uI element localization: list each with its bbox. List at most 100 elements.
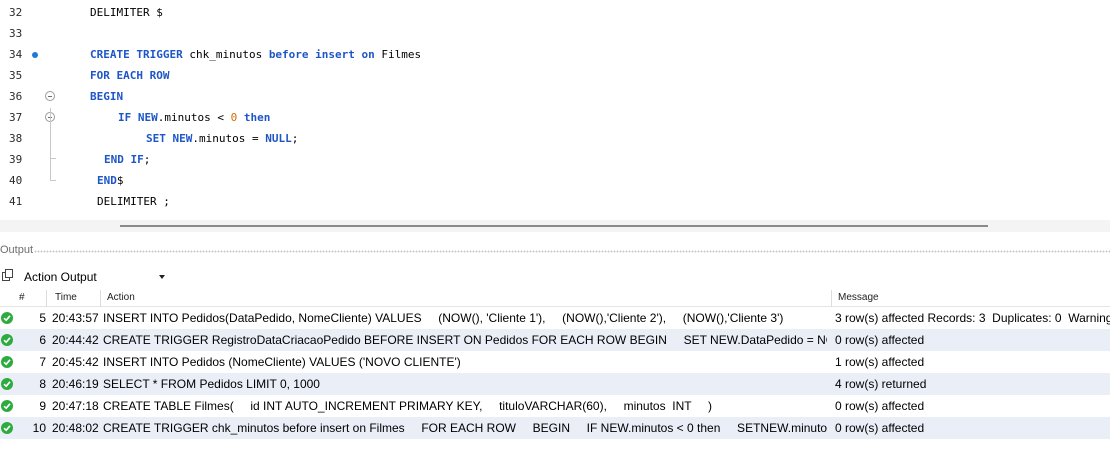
- output-panel-header: Output: [0, 244, 1110, 258]
- code-text: CREATE TRIGGER chk_minutos before insert…: [90, 48, 421, 61]
- code-token: DELIMITER ;: [97, 195, 170, 208]
- row-action: CREATE TRIGGER RegistroDataCriacaoPedido…: [103, 333, 827, 347]
- copy-icon[interactable]: [2, 269, 15, 282]
- code-line[interactable]: 34 CREATE TRIGGER chk_minutos before inse…: [0, 44, 1110, 65]
- column-header-number[interactable]: #: [19, 292, 25, 303]
- table-row[interactable]: 5 20:43:57 INSERT INTO Pedidos(DataPedido,…: [0, 307, 1110, 329]
- row-number: 6: [39, 333, 46, 347]
- code-token-kw: END: [97, 174, 117, 187]
- fold-end-marker: [50, 175, 56, 181]
- column-divider[interactable]: [100, 290, 101, 307]
- grid-header: # Time Action Message: [0, 290, 1110, 307]
- code-text: DELIMITER $: [90, 6, 163, 19]
- code-token: ;: [143, 153, 151, 166]
- code-token-kw: SET NEW: [146, 132, 193, 145]
- output-type-select[interactable]: Action Output: [18, 267, 170, 286]
- statement-marker-icon[interactable]: [32, 52, 38, 58]
- row-message: 0 row(s) affected: [835, 333, 925, 347]
- row-action: CREATE TABLE Filmes( id INT AUTO_INCREME…: [103, 399, 713, 413]
- code-token: .minutos =: [192, 132, 266, 145]
- code-line[interactable]: 35 FOR EACH ROW: [0, 65, 1110, 86]
- column-divider[interactable]: [831, 290, 832, 307]
- row-number: 9: [39, 399, 46, 413]
- line-number: 35: [9, 69, 23, 82]
- code-line[interactable]: 40 END$: [0, 170, 1110, 191]
- code-token-kw: NULL: [265, 132, 292, 145]
- success-check-icon: [1, 400, 13, 412]
- panel-grip[interactable]: [34, 250, 1110, 253]
- code-token: ;: [291, 132, 299, 145]
- success-check-icon: [1, 422, 13, 434]
- code-text: IF NEW.minutos < 0 then: [118, 111, 270, 124]
- line-number: 38: [9, 132, 23, 145]
- row-number: 8: [39, 377, 46, 391]
- row-time: 20:43:57: [52, 311, 99, 325]
- success-check-icon: [1, 356, 13, 368]
- chevron-down-icon: [159, 275, 165, 279]
- row-time: 20:48:02: [52, 421, 99, 435]
- sql-editor[interactable]: 32 DELIMITER $ 33 34 CREATE TRIGGER chk_minu…: [0, 0, 1110, 220]
- line-number: 39: [9, 153, 23, 166]
- success-check-icon: [1, 334, 13, 346]
- line-number: 34: [9, 48, 23, 61]
- code-line[interactable]: 39 END IF;: [0, 149, 1110, 170]
- code-text: SET NEW.minutos = NULL;: [146, 132, 298, 145]
- code-text: BEGIN: [90, 90, 123, 103]
- code-token-kw: END IF: [104, 153, 144, 166]
- line-number: 37: [9, 111, 23, 124]
- row-time: 20:44:42: [52, 333, 99, 347]
- editor-horizontal-scrollbar[interactable]: [0, 220, 1110, 232]
- code-line[interactable]: 32 DELIMITER $: [0, 2, 1110, 23]
- code-token: Filmes: [374, 48, 422, 61]
- row-message: 3 row(s) affected Records: 3 Duplicates:…: [835, 311, 1110, 325]
- code-line[interactable]: 36 BEGIN: [0, 86, 1110, 107]
- row-number: 10: [32, 421, 46, 435]
- row-time: 20:46:19: [52, 377, 99, 391]
- code-token: .minutos <: [157, 111, 231, 124]
- table-row[interactable]: 7 20:45:42 INSERT INTO Pedidos (NomeClient…: [0, 351, 1110, 373]
- code-text: FOR EACH ROW: [90, 69, 169, 82]
- output-toolbar: Action Output: [0, 266, 1110, 288]
- code-text: END$: [97, 174, 124, 187]
- line-number: 40: [9, 174, 23, 187]
- column-divider[interactable]: [46, 290, 47, 307]
- code-line[interactable]: 33: [0, 23, 1110, 44]
- action-output-grid: # Time Action Message 5 20:43:57 INSERT IN…: [0, 290, 1110, 453]
- row-action: INSERT INTO Pedidos(DataPedido, NomeClie…: [103, 311, 784, 325]
- code-text: END IF;: [104, 153, 150, 166]
- table-row[interactable]: 9 20:47:18 CREATE TABLE Filmes( id INT AUT…: [0, 395, 1110, 417]
- table-row[interactable]: 8 20:46:19 SELECT * FROM Pedidos LIMIT 0, …: [0, 373, 1110, 395]
- code-token-kw: BEGIN: [90, 90, 124, 103]
- table-row[interactable]: 6 20:44:42 CREATE TRIGGER RegistroDataCria…: [0, 329, 1110, 351]
- line-number: 36: [9, 90, 23, 103]
- column-header-time[interactable]: Time: [55, 292, 77, 303]
- row-action: INSERT INTO Pedidos (NomeCliente) VALUES…: [103, 355, 461, 369]
- row-message: 1 row(s) affected: [835, 355, 925, 369]
- code-token-kw: before insert on: [268, 48, 375, 61]
- line-number: 33: [9, 27, 23, 40]
- row-number: 7: [39, 355, 46, 369]
- row-time: 20:47:18: [52, 399, 99, 413]
- code-line[interactable]: 38 SET NEW.minutos = NULL;: [0, 128, 1110, 149]
- code-token: $: [116, 174, 124, 187]
- row-action: CREATE TRIGGER chk_minutos before insert…: [103, 421, 827, 435]
- fold-guide-line: [50, 108, 51, 178]
- code-line[interactable]: 41 DELIMITER ;: [0, 191, 1110, 212]
- code-token-kw: CREATE TRIGGER: [90, 48, 183, 61]
- row-message: 0 row(s) affected: [835, 399, 925, 413]
- column-header-message[interactable]: Message: [838, 292, 879, 303]
- row-message: 4 row(s) returned: [835, 377, 927, 391]
- success-check-icon: [1, 378, 13, 390]
- row-time: 20:45:42: [52, 355, 99, 369]
- output-type-value: Action Output: [24, 270, 97, 284]
- fold-collapse-icon[interactable]: [45, 91, 55, 101]
- code-line[interactable]: 37 IF NEW.minutos < 0 then: [0, 107, 1110, 128]
- code-token: chk_minutos: [182, 48, 269, 61]
- row-message: 0 row(s) affected: [835, 421, 925, 435]
- row-number: 5: [39, 311, 46, 325]
- table-row[interactable]: 10 20:48:02 CREATE TRIGGER chk_minutos bef…: [0, 417, 1110, 439]
- column-header-action[interactable]: Action: [107, 292, 135, 303]
- scrollbar-thumb[interactable]: [120, 225, 988, 227]
- code-token: DELIMITER $: [90, 6, 163, 19]
